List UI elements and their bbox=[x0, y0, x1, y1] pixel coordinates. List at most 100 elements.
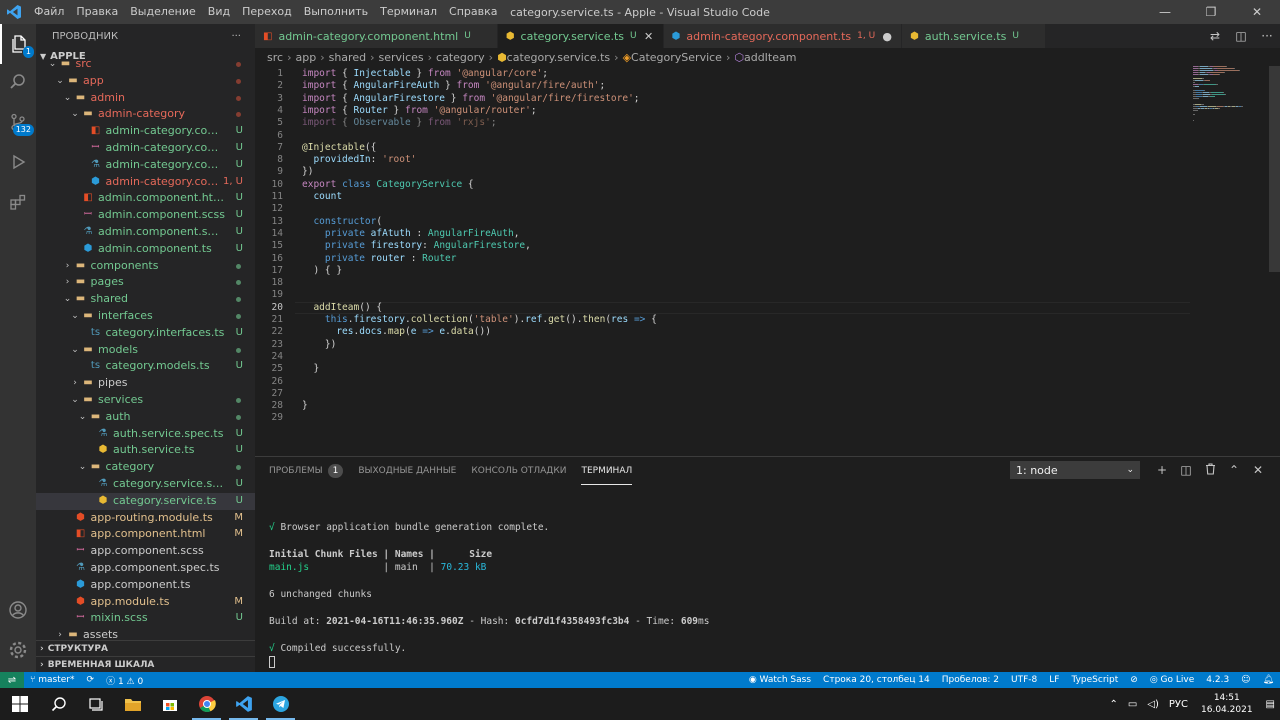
breadcrumb-item[interactable]: CategoryService bbox=[631, 51, 722, 64]
editor-tab[interactable]: ◧ admin-category.component.html U bbox=[255, 24, 498, 48]
remote-icon[interactable]: ⇌ bbox=[0, 672, 24, 688]
editor-tab[interactable]: ⬢ auth.service.ts U bbox=[902, 24, 1046, 48]
tree-file[interactable]: ⬢ app-routing.module.ts M bbox=[36, 510, 255, 527]
menu-item[interactable]: Выделение bbox=[124, 0, 202, 24]
search-icon[interactable] bbox=[0, 62, 36, 102]
vscode-taskbar-icon[interactable] bbox=[225, 688, 262, 720]
menu-item[interactable]: Выполнить bbox=[298, 0, 374, 24]
tree-folder[interactable]: ⌄ ▬ interfaces bbox=[36, 308, 255, 325]
tree-file[interactable]: ⬢ admin-category.compon...1, U bbox=[36, 174, 255, 191]
tree-folder[interactable]: ⌄ ▬ category bbox=[36, 459, 255, 476]
close-panel-icon[interactable]: ✕ bbox=[1246, 463, 1270, 477]
tree-file[interactable]: ⚗ category.service.spec.ts U bbox=[36, 476, 255, 493]
status-item[interactable]: ◎ Go Live bbox=[1144, 675, 1200, 685]
run-debug-icon[interactable] bbox=[0, 142, 36, 182]
maximize-panel-icon[interactable]: ⌃ bbox=[1222, 463, 1246, 477]
explorer-more-actions[interactable]: ··· bbox=[231, 31, 241, 42]
tree-file[interactable]: ꟷ admin-category.componen... U bbox=[36, 140, 255, 157]
feedback-icon[interactable]: ☺ bbox=[1235, 675, 1256, 685]
menu-item[interactable]: Справка bbox=[443, 0, 503, 24]
tree-file[interactable]: ⚗ admin.component.spec.ts U bbox=[36, 224, 255, 241]
minimize-button[interactable]: — bbox=[1142, 0, 1188, 24]
tree-folder[interactable]: › ▬ pipes bbox=[36, 375, 255, 392]
tree-folder[interactable]: ⌄ ▬ auth bbox=[36, 409, 255, 426]
timeline-section[interactable]: › ВРЕМЕННАЯ ШКАЛА bbox=[36, 656, 255, 672]
problems-status[interactable]: ⓧ 1 ⚠ 0 bbox=[100, 674, 149, 687]
tree-file[interactable]: ꟷ mixin.scss U bbox=[36, 610, 255, 627]
unsaved-dot-icon[interactable]: ● bbox=[881, 30, 893, 43]
minimap[interactable] bbox=[1193, 66, 1263, 126]
tree-file[interactable]: ⬢ auth.service.ts U bbox=[36, 442, 255, 459]
tree-file[interactable]: ◧ admin-category.componen... U bbox=[36, 123, 255, 140]
tree-file[interactable]: ⬢ app.module.ts M bbox=[36, 594, 255, 611]
status-item[interactable]: LF bbox=[1043, 675, 1065, 685]
editor-tab[interactable]: ⬢ category.service.ts U ✕ bbox=[497, 24, 664, 48]
clock[interactable]: 14:51 16.04.2021 bbox=[1201, 692, 1253, 716]
file-explorer-icon[interactable] bbox=[114, 688, 151, 720]
menu-item[interactable]: Файл bbox=[28, 0, 70, 24]
status-item[interactable]: TypeScript bbox=[1065, 675, 1124, 685]
breadcrumb-item[interactable]: category.service.ts bbox=[507, 51, 611, 64]
language-indicator[interactable]: РУС bbox=[1169, 699, 1188, 710]
menu-item[interactable]: Переход bbox=[236, 0, 298, 24]
breadcrumb-item[interactable]: shared bbox=[329, 51, 366, 64]
tree-file[interactable]: ⬢ app.component.ts bbox=[36, 577, 255, 594]
chrome-icon[interactable] bbox=[188, 688, 225, 720]
prettier-icon[interactable]: ⊘ bbox=[1124, 675, 1144, 685]
tree-file[interactable]: ◧ admin.component.html U bbox=[36, 190, 255, 207]
telegram-icon[interactable] bbox=[262, 688, 299, 720]
maximize-button[interactable]: ❐ bbox=[1188, 0, 1234, 24]
source-control-icon[interactable]: 132 bbox=[0, 102, 36, 142]
status-item[interactable]: Пробелов: 2 bbox=[936, 675, 1005, 685]
more-actions-icon[interactable]: ··· bbox=[1254, 29, 1280, 43]
code-editor[interactable]: 1 import { Injectable } from '@angular/co… bbox=[255, 66, 1280, 456]
breadcrumb-item[interactable]: app bbox=[295, 51, 316, 64]
settings-gear-icon[interactable] bbox=[0, 630, 36, 670]
breadcrumb-item[interactable]: src bbox=[267, 51, 283, 64]
panel-tab[interactable]: КОНСОЛЬ ОТЛАДКИ bbox=[471, 457, 566, 485]
split-editor-icon[interactable]: ◫ bbox=[1228, 29, 1254, 43]
tree-folder[interactable]: ⌄ ▬ services bbox=[36, 392, 255, 409]
tree-file[interactable]: ⬢ category.service.ts U bbox=[36, 492, 255, 510]
editor-tab[interactable]: ⬢ admin-category.component.ts 1, U ● bbox=[663, 24, 903, 48]
tree-folder[interactable]: ⌄ ▬ shared bbox=[36, 291, 255, 308]
status-item[interactable]: 4.2.3 bbox=[1200, 675, 1235, 685]
network-icon[interactable]: ▭ bbox=[1128, 699, 1137, 710]
breadcrumb-item[interactable]: addIteam bbox=[744, 51, 797, 64]
menu-item[interactable]: Правка bbox=[70, 0, 124, 24]
status-item[interactable]: ◉ Watch Sass bbox=[743, 675, 817, 685]
tree-file[interactable]: ts category.interfaces.ts U bbox=[36, 325, 255, 342]
menu-item[interactable]: Терминал bbox=[374, 0, 443, 24]
tree-file[interactable]: ꟷ app.component.scss bbox=[36, 543, 255, 560]
tree-file[interactable]: ◧ app.component.html M bbox=[36, 526, 255, 543]
new-terminal-icon[interactable]: + bbox=[1150, 463, 1174, 477]
tree-file[interactable]: ⚗ auth.service.spec.ts U bbox=[36, 426, 255, 443]
split-terminal-icon[interactable]: ◫ bbox=[1174, 463, 1198, 477]
breadcrumb-item[interactable]: services bbox=[378, 51, 423, 64]
close-window-button[interactable]: ✕ bbox=[1234, 0, 1280, 24]
notifications-icon[interactable]: ▤ bbox=[1266, 699, 1275, 710]
tray-chevron-icon[interactable]: ⌃ bbox=[1109, 699, 1117, 710]
windows-start-icon[interactable] bbox=[0, 688, 40, 720]
explorer-icon[interactable]: 1 bbox=[0, 24, 36, 64]
git-branch[interactable]: ⑂ master* bbox=[24, 675, 81, 685]
tree-folder[interactable]: ⌄ ▬ admin bbox=[36, 90, 255, 107]
panel-tab[interactable]: ТЕРМИНАЛ bbox=[581, 457, 633, 485]
store-icon[interactable] bbox=[151, 688, 188, 720]
outline-section[interactable]: › СТРУКТУРА bbox=[36, 640, 255, 656]
tree-file[interactable]: ⬢ admin.component.ts U bbox=[36, 241, 255, 258]
tree-folder[interactable]: ⌄ ▬ admin-category bbox=[36, 106, 255, 123]
tree-file[interactable]: ts category.models.ts U bbox=[36, 358, 255, 375]
tree-file[interactable]: ⚗ admin-category.componen... U bbox=[36, 157, 255, 174]
terminal-select[interactable]: 1: node ⌄ bbox=[1010, 461, 1140, 479]
menu-item[interactable]: Вид bbox=[202, 0, 236, 24]
task-view-icon[interactable] bbox=[77, 688, 114, 720]
tree-folder[interactable]: ⌄ ▬ models bbox=[36, 342, 255, 359]
status-item[interactable]: UTF-8 bbox=[1005, 675, 1043, 685]
tree-folder[interactable]: ⌄ ▬ app bbox=[36, 73, 255, 90]
account-icon[interactable] bbox=[0, 590, 36, 630]
close-tab-icon[interactable]: ✕ bbox=[643, 30, 655, 43]
tree-folder[interactable]: › ▬ components bbox=[36, 258, 255, 275]
notifications-bell-icon[interactable]: 🔔︎ bbox=[1257, 675, 1280, 685]
panel-tab[interactable]: ПРОБЛЕМЫ 1 bbox=[269, 457, 344, 485]
